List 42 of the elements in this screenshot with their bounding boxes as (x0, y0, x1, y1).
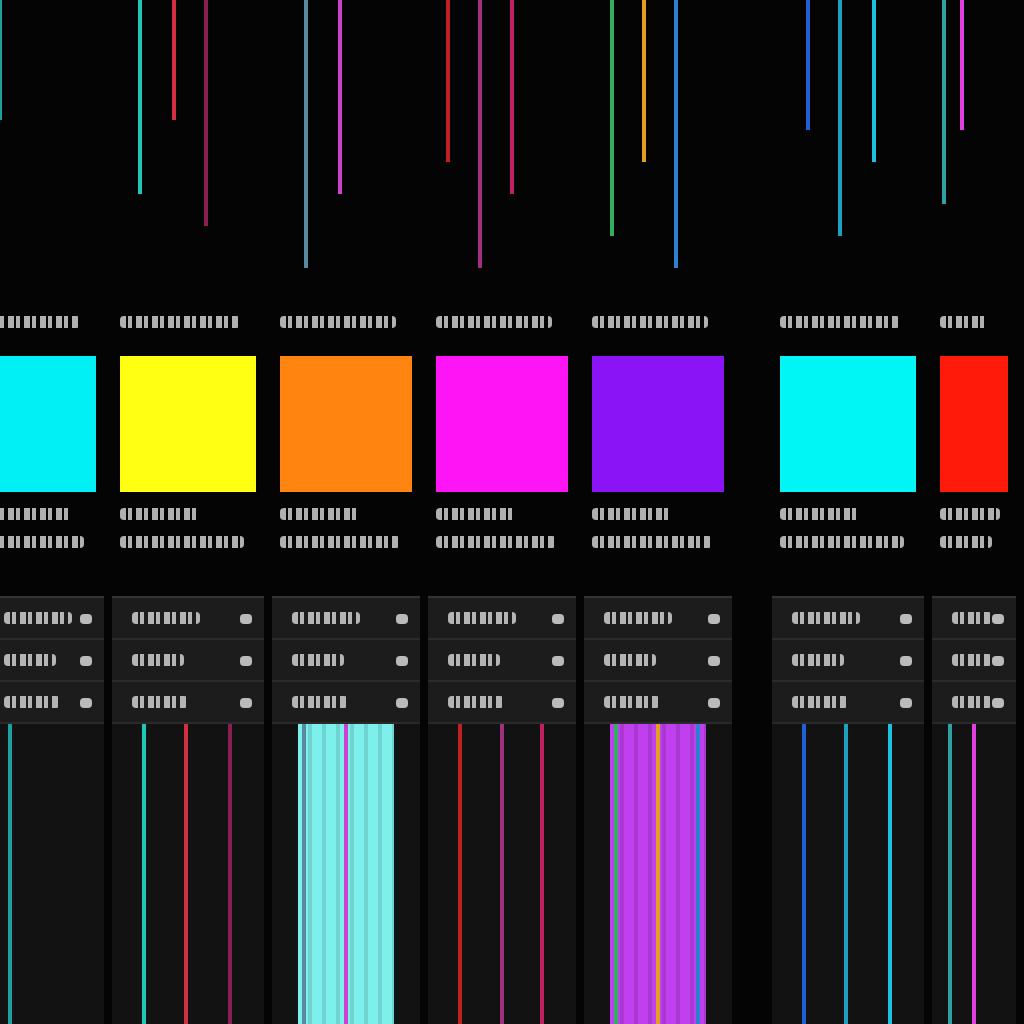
scribbled-caption-drawing (436, 508, 516, 520)
scribbled-caption-drawing (280, 508, 360, 520)
scribbled-label-drawing (4, 612, 72, 624)
scribbled-label-drawing (792, 654, 844, 666)
scribbled-label-drawing (132, 696, 188, 708)
scribbled-caption-drawing (940, 508, 1000, 520)
scribbled-label-drawing (292, 612, 360, 624)
scribbled-caption-drawing (436, 536, 556, 548)
scribbled-label-drawing (604, 612, 672, 624)
scribbled-header-drawing (780, 316, 900, 328)
scribbled-caption-drawing (280, 536, 400, 548)
scribbled-label-drawing (448, 612, 516, 624)
scribbled-label-drawing (792, 612, 860, 624)
scribbled-caption-drawing (0, 536, 84, 548)
scribbled-label-drawing (292, 654, 344, 666)
scribbled-label-drawing (952, 654, 992, 666)
scribbled-label-drawing (292, 696, 348, 708)
scribbled-label-drawing (448, 654, 500, 666)
scribbled-label-drawing (4, 654, 56, 666)
scribbled-label-drawing (132, 612, 200, 624)
scribbled-header-drawing (592, 316, 708, 328)
scribbled-header-drawing (940, 316, 988, 328)
scribbled-label-drawing (604, 696, 660, 708)
scribbled-label-drawing (448, 696, 504, 708)
scribbled-label-drawing (792, 696, 848, 708)
scribbled-label-drawing (952, 612, 992, 624)
scribbled-label-drawing (604, 654, 656, 666)
scribbled-label-drawing (132, 654, 184, 666)
scribbled-caption-drawing (592, 508, 672, 520)
scribbled-caption-drawing (780, 536, 904, 548)
scribbled-caption-drawing (940, 536, 992, 548)
scribbled-label-drawing (4, 696, 60, 708)
scribbled-caption-drawing (780, 508, 860, 520)
scribbled-header-drawing (120, 316, 240, 328)
scribbled-header-drawing (280, 316, 396, 328)
scribbled-header-drawing (0, 316, 80, 328)
scribbled-caption-drawing (120, 508, 200, 520)
scribbled-label-drawing (952, 696, 992, 708)
scribbled-caption-drawing (0, 508, 72, 520)
scribbled-caption-drawing (120, 536, 244, 548)
scribbled-caption-drawing (592, 536, 712, 548)
scribbled-header-drawing (436, 316, 552, 328)
